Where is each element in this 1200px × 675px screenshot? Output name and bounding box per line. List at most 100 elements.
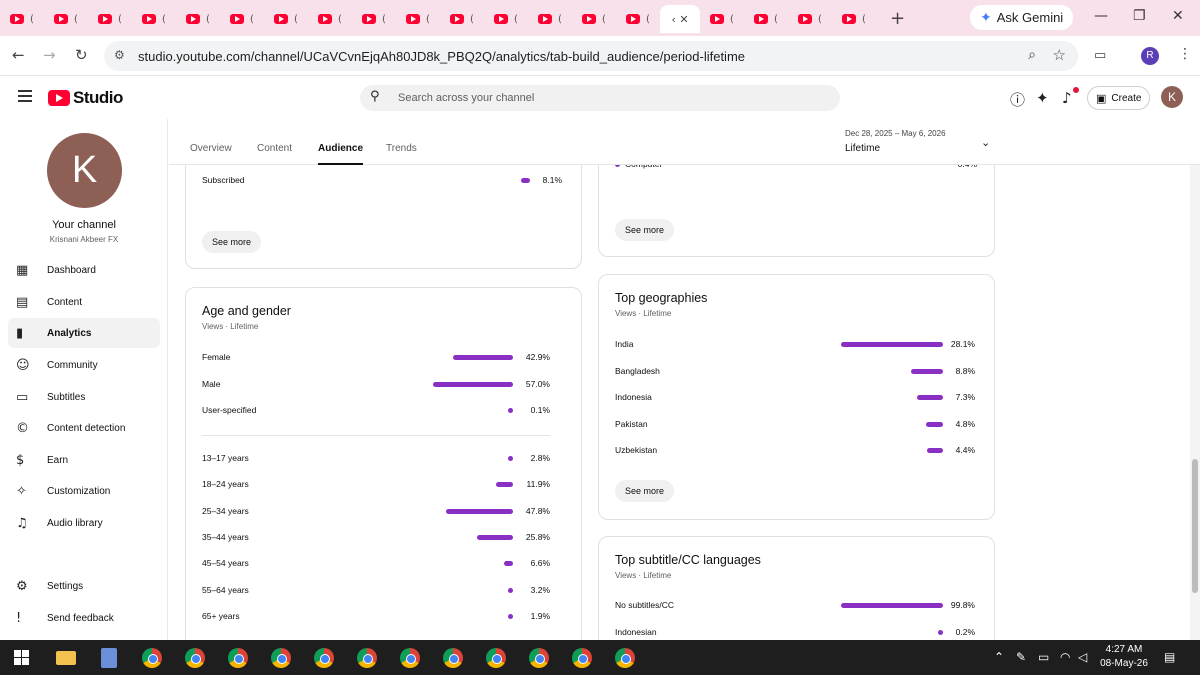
sidebar-item-analytics[interactable]: ▮ Analytics [8, 318, 160, 348]
account-avatar[interactable]: K [1161, 86, 1183, 108]
hamburger-menu-icon[interactable] [18, 90, 32, 102]
reload-icon[interactable]: ↻ [75, 46, 88, 64]
card-title: Age and gender [202, 304, 291, 318]
sidebar-item-send-feedback[interactable]: ! Send feedback [8, 603, 160, 633]
browser-profile-avatar[interactable]: R [1141, 47, 1159, 65]
chrome-taskbar-icon[interactable] [529, 648, 549, 668]
close-window-icon[interactable]: ✕ [1172, 8, 1184, 24]
chrome-taskbar-icon[interactable] [185, 648, 205, 668]
scrollbar-thumb[interactable] [1192, 459, 1198, 593]
omnibox[interactable]: ⚙ studio.youtube.com/channel/UCaVCvnEjqA… [104, 41, 1078, 71]
browser-tab[interactable]: ( [220, 5, 264, 33]
chrome-taskbar-icon[interactable] [314, 648, 334, 668]
browser-tab[interactable]: ‹ ✕ [660, 5, 700, 33]
chrome-taskbar-icon[interactable] [357, 648, 377, 668]
browser-tab[interactable]: ( [132, 5, 176, 33]
clock-time: 4:27 AM [1105, 644, 1143, 655]
channel-search-input[interactable]: ⚲ Search across your channel [360, 85, 840, 111]
browser-tab[interactable]: ( [88, 5, 132, 33]
volume-icon[interactable]: ◁ [1078, 650, 1087, 664]
restore-icon[interactable]: ❐ [1133, 8, 1146, 24]
calculator-icon[interactable] [101, 648, 117, 668]
cast-icon[interactable]: ▭ [1094, 48, 1106, 63]
browser-tab[interactable]: ( [484, 5, 528, 33]
browser-tab[interactable]: ( [572, 5, 616, 33]
see-more-button[interactable]: See more [615, 480, 675, 502]
chrome-taskbar-icon[interactable] [228, 648, 248, 668]
tray-chevron-icon[interactable]: ⌃ [994, 650, 1004, 664]
back-icon[interactable]: ← [12, 46, 25, 64]
pen-icon[interactable]: ✎ [1016, 650, 1026, 664]
browser-tab[interactable]: ( [788, 5, 832, 33]
windows-start-icon[interactable] [14, 650, 29, 665]
tab-content[interactable]: Content [257, 143, 292, 154]
list-item: Female 42.9% [202, 352, 562, 366]
see-more-button[interactable]: See more [615, 219, 675, 241]
browser-tab[interactable]: ( [308, 5, 352, 33]
row-value: 4.8% [955, 418, 975, 429]
chevron-down-icon[interactable]: ⌄ [981, 136, 990, 149]
chrome-taskbar-icon[interactable] [443, 648, 463, 668]
browser-tab[interactable]: ( [744, 5, 788, 33]
browser-menu-icon[interactable]: ⋮ [1178, 46, 1192, 62]
site-info-icon[interactable]: ⚙ [114, 48, 125, 62]
sidebar-item-community[interactable]: ☺ Community [8, 350, 160, 380]
create-button[interactable]: ▣ Create [1087, 86, 1151, 110]
sidebar-item-customization[interactable]: ✧ Customization [8, 476, 160, 506]
new-tab-button[interactable]: + [890, 8, 905, 29]
sidebar-item-audio-library[interactable]: ♫ Audio library [8, 508, 160, 538]
browser-tab[interactable]: ( [528, 5, 572, 33]
tab-loading-icon: ( [294, 13, 298, 25]
bookmark-star-icon[interactable]: ☆ [1053, 46, 1066, 64]
browser-tab[interactable]: ( [44, 5, 88, 33]
battery-icon[interactable]: ▭ [1038, 650, 1049, 664]
browser-tab[interactable]: ( [396, 5, 440, 33]
sidebar-item-dashboard[interactable]: ▦ Dashboard [8, 255, 160, 285]
sidebar-item-label: Content [47, 296, 83, 308]
sidebar-item-content[interactable]: ▤ Content [8, 287, 160, 317]
sidebar-item-subtitles[interactable]: ▭ Subtitles [8, 382, 160, 412]
file-explorer-icon[interactable] [56, 651, 76, 665]
dashboard-icon: ▦ [16, 262, 29, 278]
chrome-taskbar-icon[interactable] [572, 648, 592, 668]
help-icon[interactable]: ⓘ [1010, 89, 1025, 110]
youtube-favicon-icon [54, 14, 69, 24]
row-value: 6.6% [530, 558, 550, 569]
tab-audience[interactable]: Audience [318, 143, 364, 165]
browser-tab[interactable]: ( [264, 5, 308, 33]
close-tab-icon[interactable]: ‹ ✕ [671, 13, 688, 26]
sidebar-item-content-detection[interactable]: © Content detection [8, 413, 160, 443]
browser-tab[interactable]: ( [176, 5, 220, 33]
page-scrollbar[interactable] [1190, 119, 1200, 640]
wifi-icon[interactable]: ◠ [1060, 650, 1070, 664]
studio-logo[interactable]: Studio [48, 88, 123, 108]
notifications-bell-icon[interactable]: ♪ [1062, 89, 1072, 107]
browser-tab[interactable]: ( [0, 5, 44, 33]
notifications-center-icon[interactable]: ▤ [1164, 650, 1175, 664]
browser-tab[interactable]: ( [616, 5, 660, 33]
chrome-taskbar-icon[interactable] [615, 648, 635, 668]
browser-tab[interactable]: ( [832, 5, 876, 33]
see-more-button[interactable]: See more [202, 231, 262, 253]
list-item: 35–44 years 25.8% [202, 532, 562, 546]
ask-gemini-button[interactable]: ✦ Ask Gemini [970, 5, 1074, 30]
tab-trends[interactable]: Trends [386, 143, 417, 154]
sparkle-icon[interactable]: ✦ [1036, 89, 1049, 107]
chrome-taskbar-icon[interactable] [400, 648, 420, 668]
sidebar-item-earn[interactable]: $ Earn [8, 445, 160, 475]
chrome-taskbar-icon[interactable] [486, 648, 506, 668]
zoom-icon[interactable]: ⌕ [1028, 47, 1036, 63]
browser-tab[interactable]: ( [440, 5, 484, 33]
forward-icon[interactable]: → [43, 46, 56, 64]
browser-tab[interactable]: ( [352, 5, 396, 33]
browser-tab[interactable]: ( [700, 5, 744, 33]
sidebar-item-settings[interactable]: ⚙ Settings [8, 571, 160, 601]
taskbar-clock[interactable]: 4:27 AM 08-May-26 [1092, 643, 1156, 671]
period-selector[interactable]: Dec 28, 2025 – May 6, 2026 Lifetime [845, 129, 946, 154]
chrome-taskbar-icon[interactable] [271, 648, 291, 668]
tab-overview[interactable]: Overview [190, 143, 232, 154]
chrome-taskbar-icon[interactable] [142, 648, 162, 668]
minimize-icon[interactable]: — [1094, 8, 1108, 24]
sidebar-item-label: Analytics [47, 327, 92, 339]
channel-avatar[interactable]: K [47, 133, 122, 208]
